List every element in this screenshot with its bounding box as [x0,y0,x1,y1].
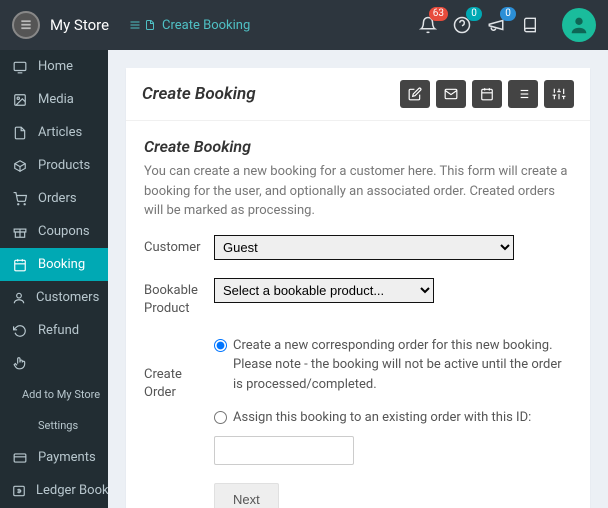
sidebar-item-pointer[interactable] [0,347,108,379]
cart-icon [12,192,28,206]
sidebar-item-add[interactable]: Add to My Store [0,379,108,410]
radio-existing-order[interactable]: Assign this booking to an existing order… [214,408,572,428]
sidebar-item-media[interactable]: Media [0,83,108,116]
customer-select[interactable]: Guest [214,235,514,260]
radio-existing-text: Assign this booking to an existing order… [233,408,531,428]
avatar[interactable] [562,8,596,42]
customer-label: Customer [144,235,214,260]
pointer-icon [12,356,28,370]
breadcrumb-current[interactable]: Create Booking [162,18,250,33]
section-description: You can create a new booking for a custo… [144,162,572,221]
settings-button[interactable] [544,80,574,108]
user-icon [12,291,26,305]
breadcrumb: Create Booking [129,18,250,33]
sidebar-item-home[interactable]: Home [0,50,108,83]
row-bookable: Bookable Product Select a bookable produ… [144,278,572,318]
dollar-icon [12,484,26,498]
bookable-select[interactable]: Select a bookable product... [214,278,434,303]
brand-logo [12,11,40,39]
sidebar-item-ledger[interactable]: Ledger Book [0,474,108,507]
mail-button[interactable] [436,80,466,108]
sidebar-item-customers[interactable]: Customers [0,281,108,314]
main-panel: Create Booking Create Booking You can cr… [126,68,590,508]
sidebar-label: Articles [38,125,82,140]
sidebar-item-products[interactable]: Products [0,149,108,182]
row-customer: Customer Guest [144,235,572,260]
calendar-button[interactable] [472,80,502,108]
sidebar-label: Customers [36,290,99,305]
help-badge: 0 [466,7,482,21]
radio-new-input[interactable] [214,339,227,352]
sidebar-item-orders[interactable]: Orders [0,182,108,215]
undo-icon [12,324,28,338]
sidebar-label: Orders [38,191,77,206]
book-icon[interactable] [520,15,540,35]
page-title: Create Booking [142,84,256,104]
top-icons: 63 0 0 [418,8,596,42]
sidebar-toggle[interactable] [129,18,156,32]
sidebar-label: Home [38,59,73,74]
panel-body: Create Booking You can create a new book… [126,121,590,508]
main: Create Booking Create Booking You can cr… [108,50,608,508]
row-submit: Next [144,483,572,508]
sidebar-item-settings[interactable]: Settings [0,410,108,441]
announce-badge: 0 [500,7,516,21]
sidebar-label: Products [38,158,90,173]
sidebar-label: Ledger Book [36,483,108,498]
cube-icon [12,159,28,173]
sidebar-label: Booking [38,257,85,272]
sidebar-label: Coupons [38,224,90,239]
edit-button[interactable] [400,80,430,108]
topbar: My Store Create Booking 63 0 0 [0,0,608,50]
sidebar-item-refund[interactable]: Refund [0,314,108,347]
sidebar-label: Refund [38,323,79,338]
calendar-icon [12,258,28,272]
sidebar-item-booking[interactable]: Booking [0,248,108,281]
card-icon [12,451,28,465]
create-order-label: Create Order [144,336,214,465]
sidebar-item-coupons[interactable]: Coupons [0,215,108,248]
list-button[interactable] [508,80,538,108]
panel-header: Create Booking [126,68,590,121]
sidebar-label: Settings [38,419,78,432]
announce-icon[interactable]: 0 [486,15,506,35]
radio-new-order[interactable]: Create a new corresponding order for thi… [214,336,572,395]
bell-icon[interactable]: 63 [418,15,438,35]
monitor-icon [12,60,28,74]
action-buttons [400,80,574,108]
sidebar-item-articles[interactable]: Articles [0,116,108,149]
sidebar-label: Add to My Store [22,388,100,401]
bookable-label: Bookable Product [144,278,214,318]
sidebar-label: Payments [38,450,96,465]
bell-badge: 63 [429,7,448,21]
gift-icon [12,225,28,239]
next-button[interactable]: Next [214,483,279,508]
image-icon [12,93,28,107]
sidebar-label: Media [38,92,74,107]
sidebar-item-payments[interactable]: Payments [0,441,108,474]
file-icon [12,126,28,140]
radio-existing-input[interactable] [214,411,227,424]
existing-order-id-input[interactable] [214,436,354,465]
section-title: Create Booking [144,137,572,156]
sidebar: Home Media Articles Products Orders Coup… [0,50,108,508]
help-icon[interactable]: 0 [452,15,472,35]
radio-new-text: Create a new corresponding order for thi… [233,336,572,395]
brand-name: My Store [50,16,109,34]
row-create-order: Create Order Create a new corresponding … [144,336,572,465]
